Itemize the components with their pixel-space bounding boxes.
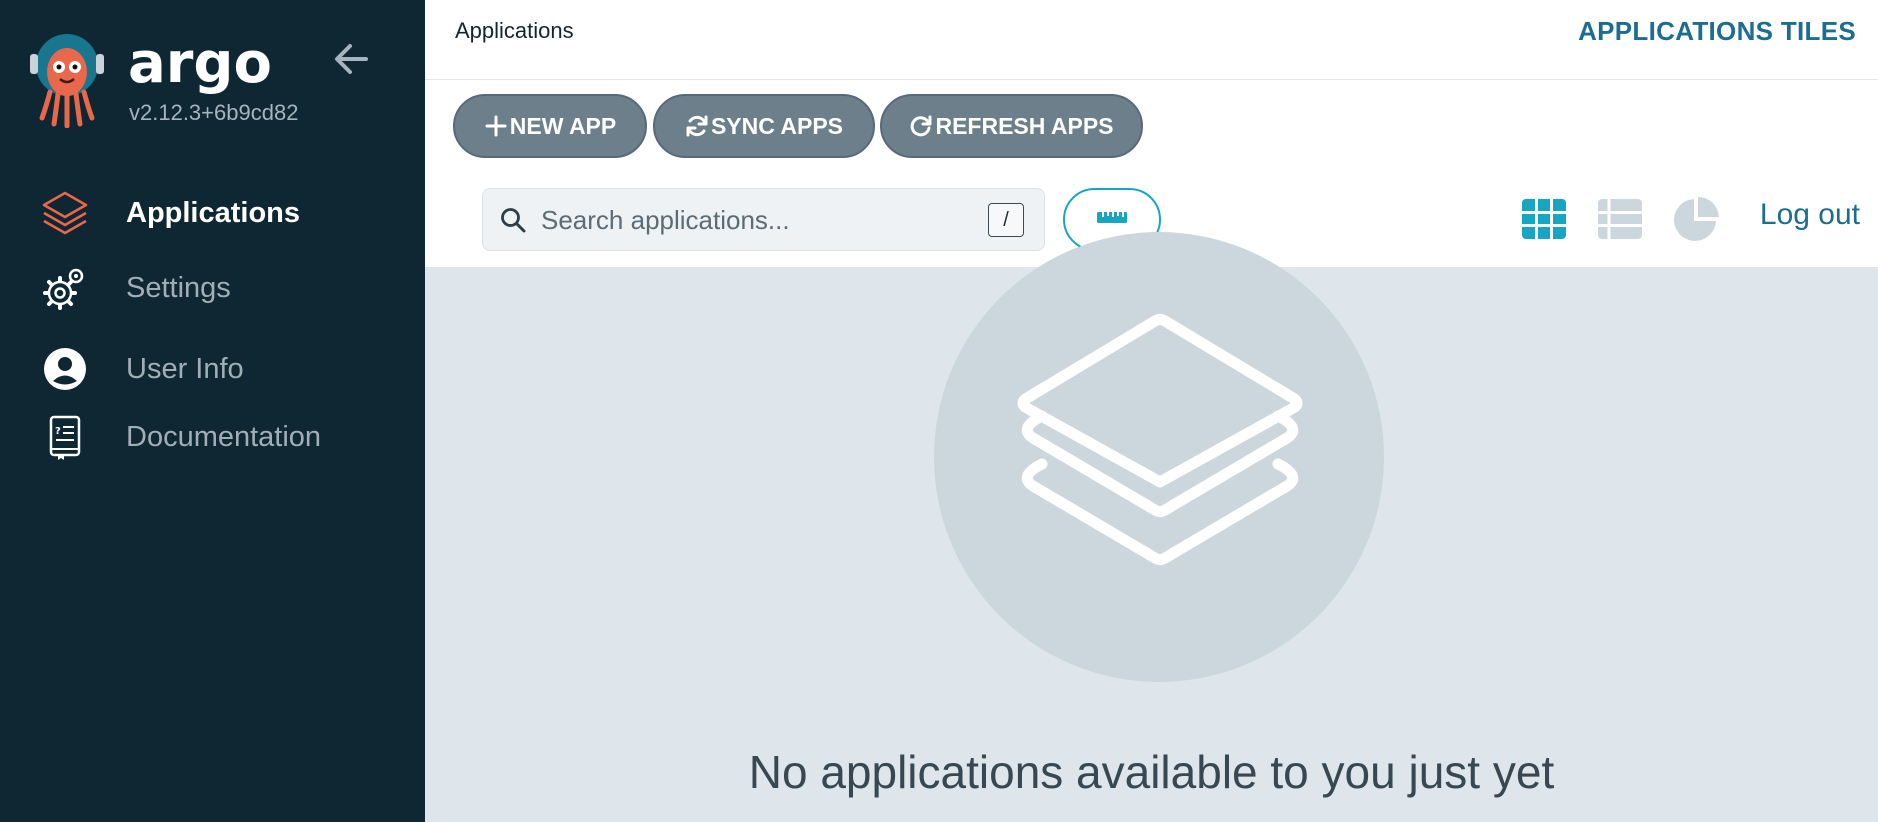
layers-icon: [1010, 310, 1310, 600]
argo-logo: [28, 32, 106, 129]
new-app-button[interactable]: NEW APP: [453, 94, 647, 158]
sidebar-item-applications[interactable]: Applications: [40, 183, 410, 243]
new-app-label: NEW APP: [509, 112, 617, 139]
sidebar-item-label: Documentation: [126, 420, 322, 453]
layers-icon: [40, 188, 90, 238]
search-icon: [499, 206, 527, 234]
view-title: APPLICATIONS TILES: [1578, 16, 1856, 46]
sidebar-item-user-info[interactable]: User Info: [40, 339, 410, 399]
sidebar-item-settings[interactable]: Settings: [40, 258, 410, 318]
refresh-apps-button[interactable]: REFRESH APPS: [880, 94, 1143, 158]
page-title: Applications: [455, 18, 574, 43]
sidebar: argo v2.12.3+6b9cd82 Applications Settin…: [0, 0, 425, 822]
grid-icon[interactable]: [1520, 195, 1568, 243]
sidebar-item-label: Settings: [126, 271, 231, 304]
logout-link[interactable]: Log out: [1760, 198, 1860, 232]
pie-chart-icon[interactable]: [1672, 195, 1720, 243]
ruler-icon: [1095, 207, 1129, 232]
list-icon[interactable]: [1596, 195, 1644, 243]
sync-icon: [685, 114, 709, 138]
plus-icon: [484, 114, 508, 138]
empty-state-message: No applications available to you just ye…: [748, 746, 1555, 798]
arrow-left-icon[interactable]: [330, 38, 372, 80]
sidebar-item-label: Applications: [126, 196, 301, 229]
search-box: /: [482, 188, 1045, 251]
refresh-apps-label: REFRESH APPS: [935, 112, 1114, 139]
sync-apps-button[interactable]: SYNC APPS: [653, 94, 875, 158]
search-input[interactable]: [541, 201, 941, 239]
refresh-icon: [909, 114, 933, 138]
sync-apps-label: SYNC APPS: [710, 112, 844, 139]
svg-text:?: ?: [55, 426, 61, 437]
version-label: v2.12.3+6b9cd82: [129, 100, 299, 125]
user-circle-icon: [40, 344, 90, 394]
gears-icon: [40, 263, 90, 313]
sidebar-item-label: User Info: [126, 352, 244, 385]
keyboard-shortcut-hint: /: [988, 203, 1024, 237]
book-icon: ?: [40, 412, 90, 462]
top-header: Applications APPLICATIONS TILES: [425, 0, 1878, 80]
brand-name: argo: [128, 31, 272, 96]
sidebar-item-documentation[interactable]: ? Documentation: [40, 407, 410, 467]
